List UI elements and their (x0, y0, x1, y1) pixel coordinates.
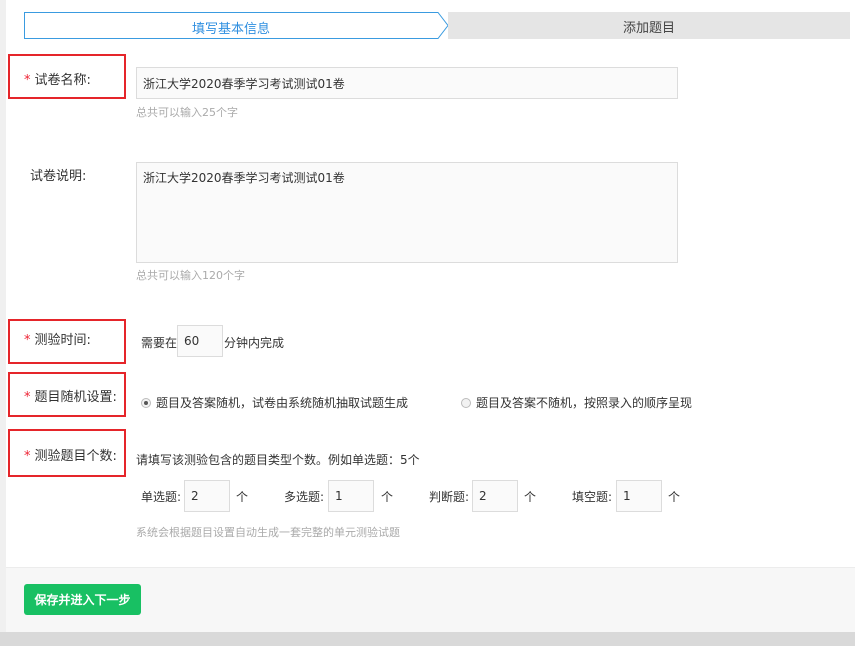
fill-blank-label: 填空题: (572, 490, 613, 504)
paper-name-label: * 试卷名称: (24, 73, 91, 88)
step-add-questions[interactable]: 添加题目 (448, 12, 850, 39)
counts-label: * 测验题目个数: (24, 449, 117, 464)
multi-choice-input[interactable] (328, 480, 374, 512)
single-choice-input[interactable] (184, 480, 230, 512)
paper-desc-hint: 总共可以输入120个字 (136, 269, 245, 282)
required-mark: * (24, 333, 31, 348)
required-mark: * (24, 73, 31, 88)
required-mark: * (24, 390, 31, 405)
true-false-input[interactable] (472, 480, 518, 512)
true-false-label: 判断题: (429, 490, 470, 504)
multi-choice-label: 多选题: (284, 490, 325, 504)
counts-instruction: 请填写该测验包含的题目类型个数。例如单选题：5个 (136, 453, 420, 467)
duration-label: * 测验时间: (24, 333, 91, 348)
paper-name-hint: 总共可以输入25个字 (136, 106, 238, 119)
window-frame-left (0, 0, 6, 646)
multi-choice-unit: 个 (381, 490, 394, 504)
step-arrow-icon (430, 12, 449, 39)
fill-blank-input[interactable] (616, 480, 662, 512)
radio-label: 题目及答案随机，试卷由系统随机抽取试题生成 (156, 396, 409, 410)
random-label: * 题目随机设置: (24, 390, 117, 405)
paper-name-input[interactable] (136, 67, 678, 99)
single-choice-unit: 个 (236, 490, 249, 504)
single-choice-label: 单选题: (141, 490, 182, 504)
window-bottom-strip (0, 632, 855, 646)
duration-input[interactable] (177, 325, 223, 357)
random-option-no[interactable]: 题目及答案不随机，按照录入的顺序呈现 (461, 394, 692, 411)
duration-suffix: 分钟内完成 (224, 336, 285, 350)
counts-note: 系统会根据题目设置自动生成一套完整的单元测验试题 (136, 526, 400, 539)
save-next-button[interactable]: 保存并进入下一步 (24, 584, 141, 615)
radio-checked-icon (141, 397, 151, 408)
random-option-yes[interactable]: 题目及答案随机，试卷由系统随机抽取试题生成 (141, 394, 408, 411)
step-label: 添加题目 (622, 21, 675, 36)
radio-label: 题目及答案不随机，按照录入的顺序呈现 (476, 396, 693, 410)
progress-stepper: 填写基本信息 添加题目 (24, 12, 850, 39)
radio-unchecked-icon (461, 397, 471, 408)
step-basic-info[interactable]: 填写基本信息 (24, 12, 436, 39)
paper-desc-textarea[interactable]: 浙江大学2020春季学习考试测试01卷 (136, 162, 678, 263)
true-false-unit: 个 (524, 490, 537, 504)
paper-desc-label: 试卷说明: (30, 169, 87, 184)
fill-blank-unit: 个 (668, 490, 681, 504)
step-label: 填写基本信息 (191, 22, 270, 37)
required-mark: * (24, 449, 31, 464)
duration-prefix: 需要在 (141, 336, 178, 350)
